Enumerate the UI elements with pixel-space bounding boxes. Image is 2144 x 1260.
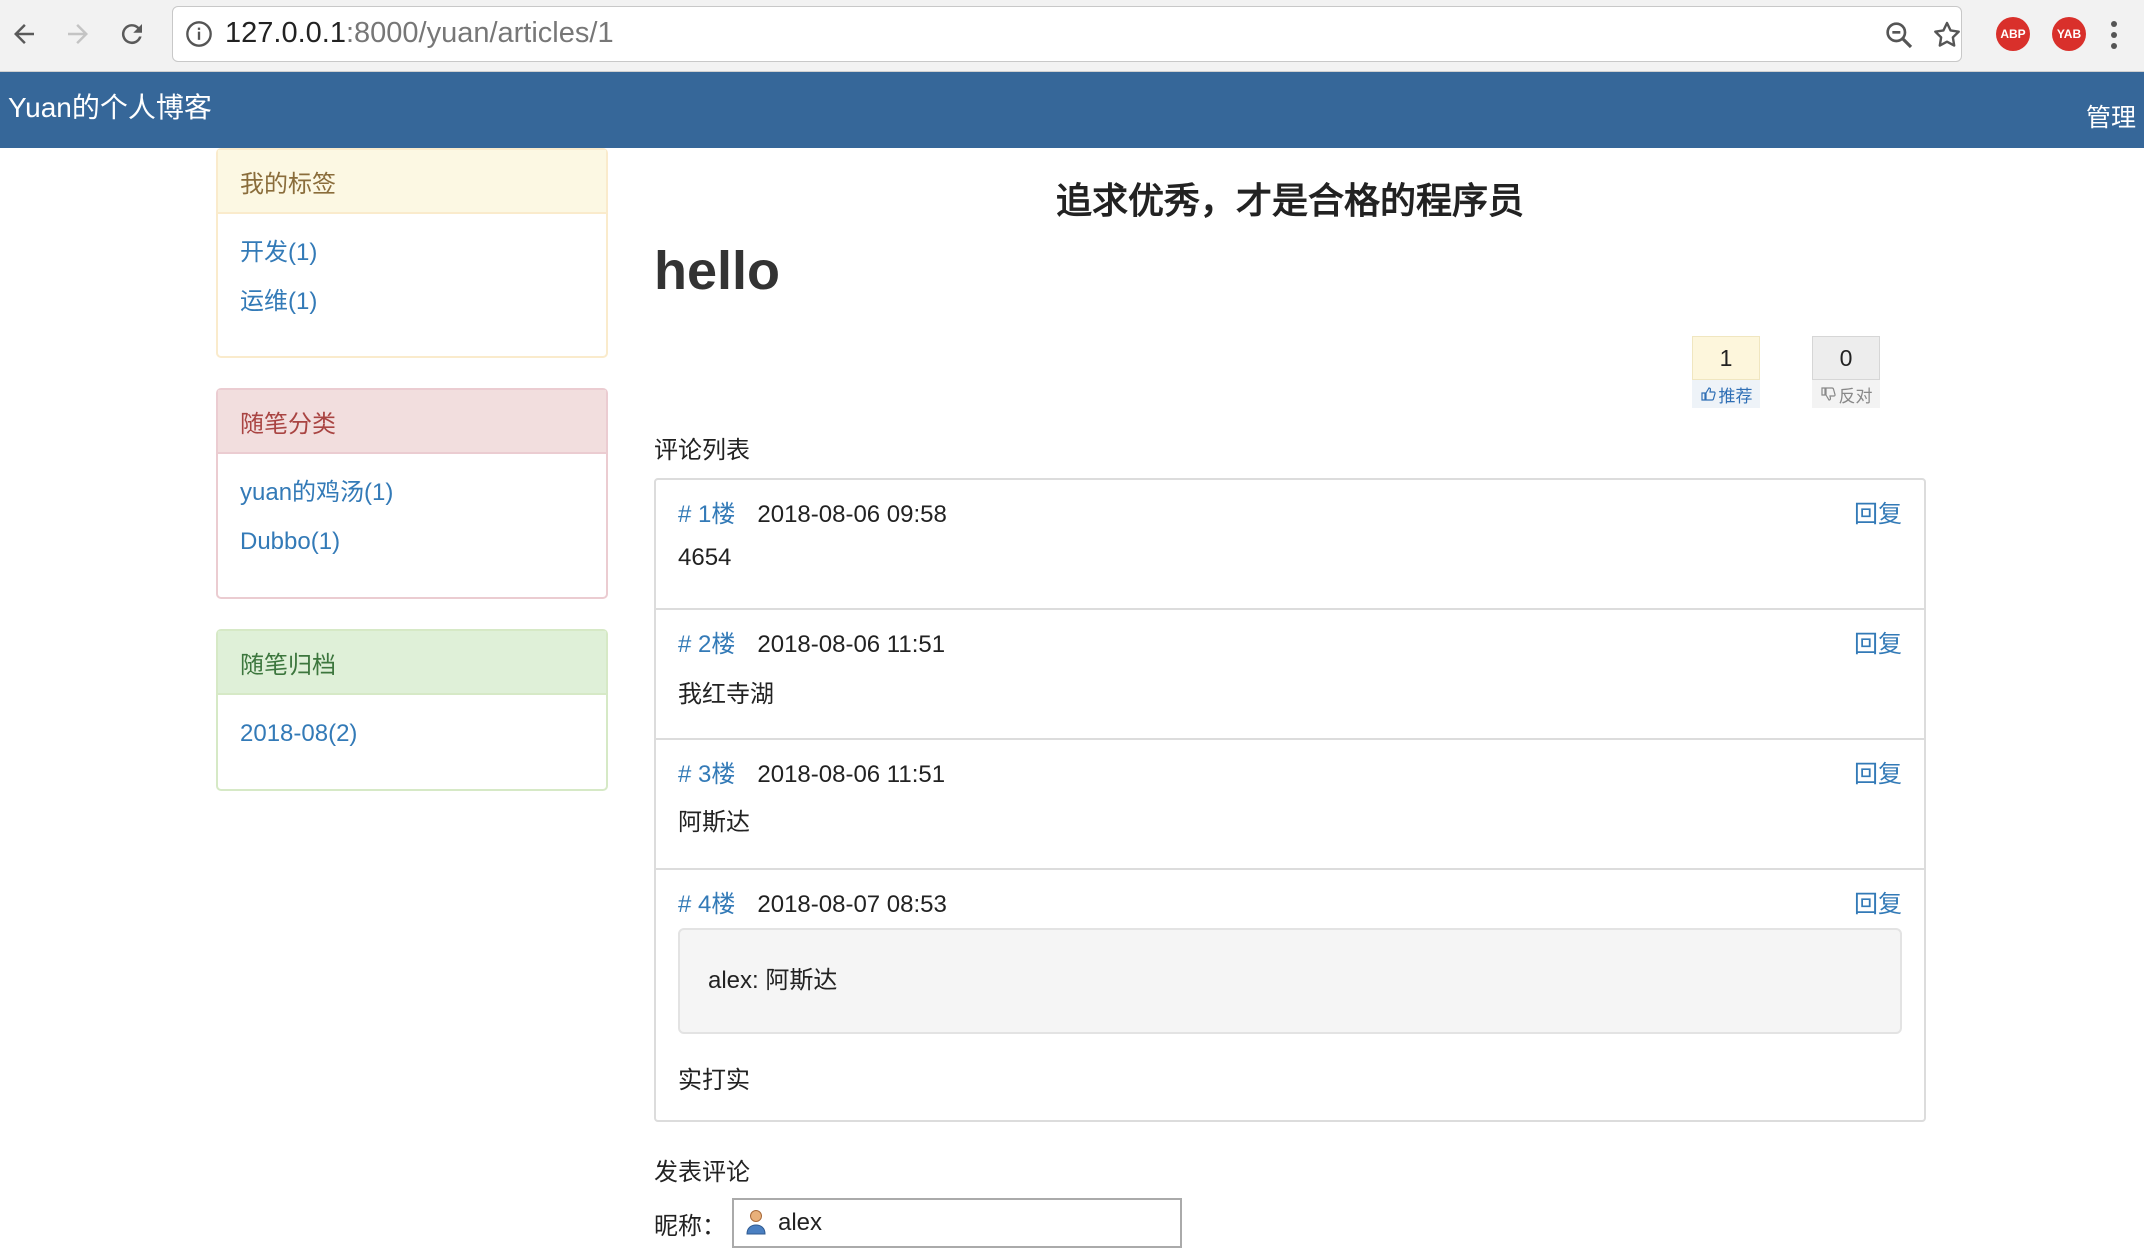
site-brand[interactable]: Yuan的个人博客 (8, 86, 212, 126)
comment-list-heading: 评论列表 (654, 437, 750, 464)
tags-panel: 我的标签 开发(1) 运维(1) (216, 148, 608, 358)
comment-time: 2018-08-06 09:58 (757, 501, 947, 528)
oppose-label: 反对 (1838, 386, 1873, 406)
comment-floor-link[interactable]: # 4楼 (678, 891, 735, 918)
manage-link[interactable]: 管理 (2086, 98, 2136, 134)
thumbs-up-icon (1700, 387, 1716, 401)
info-icon[interactable] (185, 20, 213, 48)
category-link[interactable]: yuan的鸡汤(1) (240, 468, 584, 517)
back-button[interactable] (4, 14, 44, 54)
browser-menu-icon[interactable] (2106, 18, 2122, 52)
recommend-button[interactable]: 1 推荐 (1692, 336, 1760, 408)
tag-link[interactable]: 运维(1) (240, 277, 584, 326)
comment-item: # 3楼 2018-08-06 11:51 回复 阿斯达 (656, 740, 1924, 870)
reload-button[interactable] (112, 14, 152, 54)
comment-content: 阿斯达 (678, 809, 750, 836)
comment-floor-link[interactable]: # 1楼 (678, 501, 735, 528)
nickname-label: 昵称： (654, 1213, 726, 1240)
comment-item: # 4楼 2018-08-07 08:53 回复 alex: 阿斯达 实打实 (656, 870, 1924, 1120)
comment-content: 4654 (678, 544, 732, 571)
forward-button[interactable] (58, 14, 98, 54)
bookmark-star-icon[interactable] (1931, 19, 1963, 51)
site-header: Yuan的个人博客 管理 (0, 72, 2144, 148)
comment-item: # 1楼 2018-08-06 09:58 回复 4654 (656, 480, 1924, 610)
reload-icon (121, 24, 142, 45)
comment-item: # 2楼 2018-08-06 11:51 回复 我红寺湖 (656, 610, 1924, 740)
comment-time: 2018-08-06 11:51 (757, 631, 946, 658)
tags-panel-title: 我的标签 (218, 150, 606, 214)
quote-text: alex: 阿斯达 (708, 967, 838, 994)
oppose-count: 0 (1812, 336, 1880, 380)
quoted-parent-comment: alex: 阿斯达 (678, 928, 1902, 1034)
archive-panel-title: 随笔归档 (218, 631, 606, 695)
thumbs-down-icon (1820, 387, 1836, 401)
reply-link[interactable]: 回复 (1854, 754, 1902, 789)
reply-link[interactable]: 回复 (1854, 494, 1902, 529)
nickname-input[interactable] (778, 1206, 1158, 1240)
categories-panel-title: 随笔分类 (218, 390, 606, 454)
reply-link[interactable]: 回复 (1854, 624, 1902, 659)
user-avatar-icon (746, 1210, 766, 1235)
comment-content: 实打实 (678, 1067, 750, 1094)
forward-arrow-icon (68, 24, 88, 44)
browser-toolbar: 127.0.0.1:8000/yuan/articles/1 ABP YAB (0, 0, 2144, 72)
url-text[interactable]: 127.0.0.1:8000/yuan/articles/1 (225, 17, 614, 50)
nickname-field[interactable] (732, 1198, 1182, 1248)
categories-panel: 随笔分类 yuan的鸡汤(1) Dubbo(1) (216, 388, 608, 599)
archive-link[interactable]: 2018-08(2) (240, 709, 584, 758)
oppose-label-row: 反对 (1812, 380, 1880, 408)
back-arrow-icon (14, 24, 34, 44)
adblock-extension-icon[interactable]: ABP (1996, 17, 2030, 51)
tag-link[interactable]: 开发(1) (240, 228, 584, 277)
address-bar[interactable]: 127.0.0.1:8000/yuan/articles/1 (172, 6, 1962, 62)
comment-time: 2018-08-07 08:53 (757, 891, 947, 918)
comment-time: 2018-08-06 11:51 (757, 761, 946, 788)
comment-floor-link[interactable]: # 3楼 (678, 761, 735, 788)
yab-extension-icon[interactable]: YAB (2052, 17, 2086, 51)
oppose-button[interactable]: 0 反对 (1812, 336, 1880, 408)
comment-content: 我红寺湖 (678, 681, 774, 708)
archive-panel: 随笔归档 2018-08(2) (216, 629, 608, 791)
article-title: hello (654, 241, 781, 301)
zoom-icon[interactable] (1883, 19, 1915, 51)
post-comment-heading: 发表评论 (654, 1159, 750, 1186)
reply-link[interactable]: 回复 (1854, 884, 1902, 919)
comment-list: # 1楼 2018-08-06 09:58 回复 4654 # 2楼 2018-08… (654, 478, 1926, 1122)
recommend-label-row: 推荐 (1692, 380, 1760, 408)
recommend-count: 1 (1692, 336, 1760, 380)
comment-floor-link[interactable]: # 2楼 (678, 631, 735, 658)
category-link[interactable]: Dubbo(1) (240, 517, 584, 566)
recommend-label: 推荐 (1718, 386, 1753, 406)
site-title: 追求优秀，才是合格的程序员 (1055, 180, 1524, 221)
